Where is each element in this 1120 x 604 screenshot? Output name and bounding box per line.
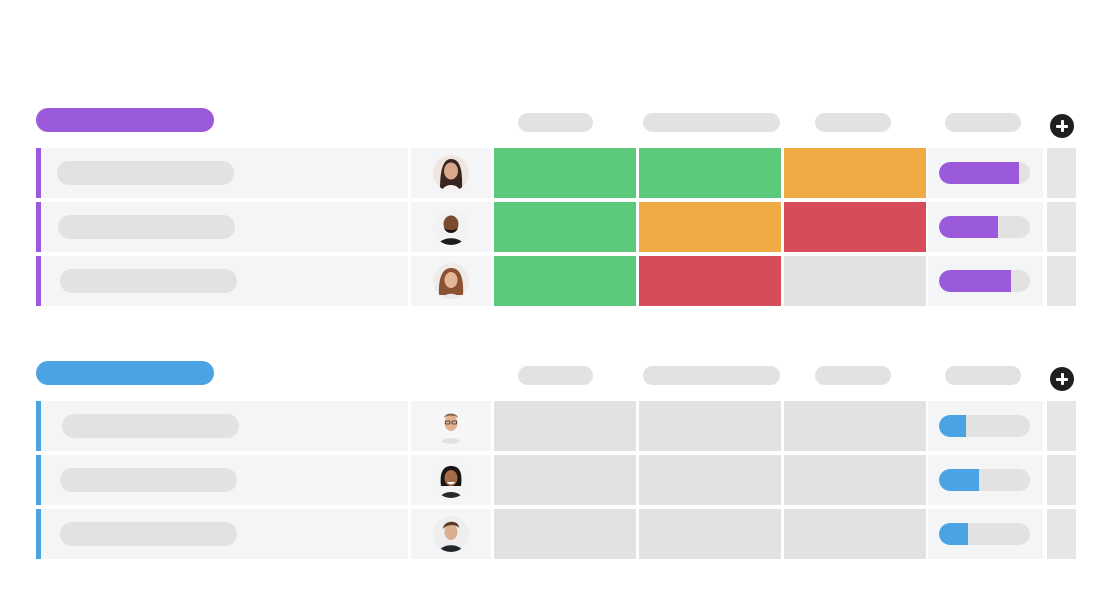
add-column-cell (1047, 455, 1076, 505)
column-header-status-1[interactable] (518, 113, 593, 132)
progress-bar (939, 523, 1030, 545)
status-cell-empty[interactable] (784, 509, 926, 559)
status-cell-done[interactable] (494, 202, 636, 252)
progress-bar (939, 216, 1030, 238)
table-row[interactable] (36, 455, 1076, 505)
item-name-cell[interactable] (36, 202, 408, 252)
progress-cell (928, 256, 1043, 306)
item-name-placeholder (57, 161, 234, 185)
status-cell-empty[interactable] (784, 256, 926, 306)
column-header-progress[interactable] (945, 366, 1021, 385)
avatar (433, 209, 469, 245)
plus-circle-icon[interactable] (1050, 367, 1074, 391)
item-name-placeholder (60, 269, 237, 293)
person-cell[interactable] (411, 256, 491, 306)
progress-cell (928, 202, 1043, 252)
row-accent-bar (36, 148, 41, 198)
progress-fill (939, 469, 979, 491)
item-name-cell[interactable] (36, 148, 408, 198)
person-cell[interactable] (411, 509, 491, 559)
status-cell-stuck[interactable] (784, 202, 926, 252)
row-accent-bar (36, 509, 41, 559)
avatar (433, 408, 469, 444)
progress-cell (928, 455, 1043, 505)
status-cell-working[interactable] (784, 148, 926, 198)
table-row[interactable] (36, 148, 1076, 198)
avatar (433, 263, 469, 299)
progress-cell (928, 401, 1043, 451)
status-cell-empty[interactable] (494, 509, 636, 559)
item-name-cell[interactable] (36, 455, 408, 505)
item-name-placeholder (62, 414, 239, 438)
group-title-pill[interactable] (36, 361, 214, 385)
progress-fill (939, 270, 1011, 292)
progress-fill (939, 415, 966, 437)
status-cell-empty[interactable] (784, 455, 926, 505)
row-accent-bar (36, 202, 41, 252)
item-name-placeholder (60, 468, 237, 492)
column-header-progress[interactable] (945, 113, 1021, 132)
add-column-cell (1047, 401, 1076, 451)
column-header-status-3[interactable] (815, 113, 891, 132)
group-title-pill[interactable] (36, 108, 214, 132)
add-column-cell (1047, 148, 1076, 198)
progress-fill (939, 216, 998, 238)
column-header-status-3[interactable] (815, 366, 891, 385)
item-name-cell[interactable] (36, 256, 408, 306)
progress-bar (939, 469, 1030, 491)
status-cell-empty[interactable] (639, 401, 781, 451)
status-cell-stuck[interactable] (639, 256, 781, 306)
table-row[interactable] (36, 509, 1076, 559)
status-cell-done[interactable] (494, 148, 636, 198)
item-name-cell[interactable] (36, 509, 408, 559)
person-cell[interactable] (411, 202, 491, 252)
status-cell-empty[interactable] (784, 401, 926, 451)
row-accent-bar (36, 401, 41, 451)
status-cell-working[interactable] (639, 202, 781, 252)
progress-bar (939, 270, 1030, 292)
progress-bar (939, 415, 1030, 437)
table-row[interactable] (36, 256, 1076, 306)
item-name-placeholder (58, 215, 235, 239)
progress-bar (939, 162, 1030, 184)
row-accent-bar (36, 455, 41, 505)
table-row[interactable] (36, 401, 1076, 451)
status-cell-done[interactable] (639, 148, 781, 198)
status-cell-done[interactable] (494, 256, 636, 306)
person-cell[interactable] (411, 455, 491, 505)
row-accent-bar (36, 256, 41, 306)
add-column-cell (1047, 509, 1076, 559)
plus-circle-icon[interactable] (1050, 114, 1074, 138)
avatar (433, 516, 469, 552)
table-row[interactable] (36, 202, 1076, 252)
status-cell-empty[interactable] (494, 455, 636, 505)
column-header-status-2[interactable] (643, 366, 780, 385)
item-name-placeholder (60, 522, 237, 546)
item-name-cell[interactable] (36, 401, 408, 451)
status-cell-empty[interactable] (494, 401, 636, 451)
person-cell[interactable] (411, 401, 491, 451)
add-column-cell (1047, 256, 1076, 306)
progress-cell (928, 148, 1043, 198)
person-cell[interactable] (411, 148, 491, 198)
avatar (433, 155, 469, 191)
avatar (433, 462, 469, 498)
progress-cell (928, 509, 1043, 559)
status-cell-empty[interactable] (639, 509, 781, 559)
status-cell-empty[interactable] (639, 455, 781, 505)
column-header-status-1[interactable] (518, 366, 593, 385)
progress-fill (939, 523, 968, 545)
progress-fill (939, 162, 1019, 184)
column-header-status-2[interactable] (643, 113, 780, 132)
add-column-cell (1047, 202, 1076, 252)
